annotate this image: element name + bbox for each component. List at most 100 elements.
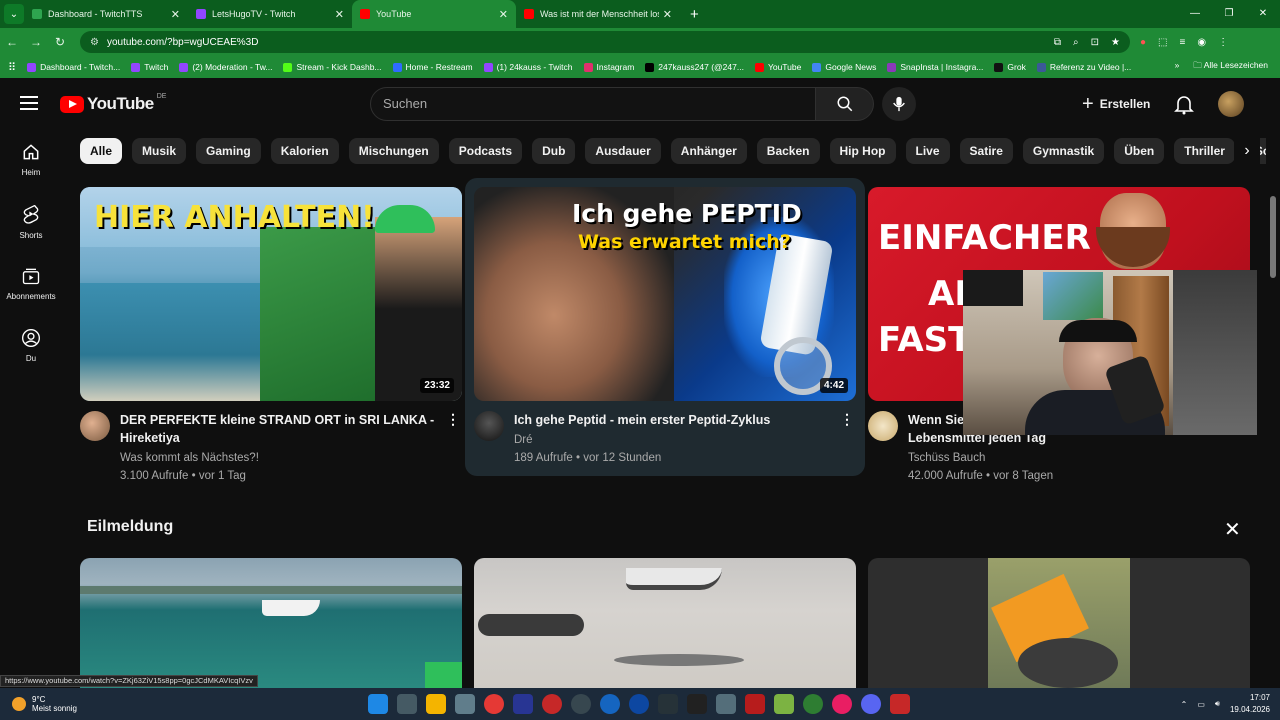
apps-icon[interactable]: ⠿ [8,61,16,74]
chip-thriller[interactable]: Thriller [1174,138,1235,164]
media-icon[interactable]: ≡ [1180,37,1186,48]
account-avatar[interactable] [1218,91,1244,117]
discord-icon[interactable] [861,694,881,714]
chip-podcasts[interactable]: Podcasts [448,138,523,164]
page-scrollbar[interactable] [1270,196,1276,278]
bookmark-item[interactable]: Referenz zu Video |... [1036,62,1131,72]
all-bookmarks-folder[interactable]: 🗀 Alle Lesezeichen [1193,60,1268,74]
search-input[interactable]: Suchen [370,87,816,121]
bookmark-item[interactable]: Instagram [583,62,634,72]
browser-tab[interactable]: LetsHugoTV - Twitch ✕ [188,0,352,28]
create-button[interactable]: + Erstellen [1068,88,1164,120]
sidebar-item-subscriptions[interactable]: Abonnements [0,252,62,314]
streamer-app-icon[interactable] [890,694,910,714]
tray-chevron-icon[interactable]: ⌃ [1181,700,1188,709]
video-card[interactable]: HIER ANHALTEN! 23:32 DER PERFEKTE kleine… [80,187,462,485]
voice-search-button[interactable] [882,87,916,121]
channel-avatar[interactable] [868,411,898,441]
bookmark-star-icon[interactable]: ★ [1111,37,1120,48]
tab-search-icon[interactable]: ⌄ [4,4,24,24]
new-tab-button[interactable]: + [690,6,699,23]
tab-close-icon[interactable]: ✕ [663,8,672,21]
search-button[interactable] [816,87,874,121]
chip-satire[interactable]: Satire [959,138,1013,164]
address-bar[interactable]: ⚙ youtube.com/?bp=wgUCEAE%3D ⧉ ⌕ ⊡ ★ [80,31,1130,53]
bookmark-item[interactable]: (1) 24kauss - Twitch [483,62,573,72]
sidebar-item-you[interactable]: Du [0,314,62,376]
clock[interactable]: 17:07 19.04.2026 [1230,692,1270,716]
chip-gymnastics[interactable]: Gymnastik [1022,138,1105,164]
browser-tab[interactable]: Dashboard - TwitchTTS ✕ [24,0,188,28]
bookmark-item[interactable]: Google News [812,62,876,72]
chips-next-chevron-icon[interactable]: › [1234,138,1260,164]
windows-start-icon[interactable] [368,694,388,714]
site-info-icon[interactable]: ⚙ [90,37,99,48]
opera-icon[interactable] [832,694,852,714]
chip-music[interactable]: Musik [132,138,187,164]
tab-close-icon[interactable]: ✕ [335,8,344,21]
calculator-icon[interactable] [397,694,417,714]
channel-name[interactable]: Tschüss Bauch [908,450,1228,467]
zoom-icon[interactable]: ⌕ [1073,37,1079,48]
chrome-icon[interactable] [803,694,823,714]
bookmark-item[interactable]: Dashboard - Twitch... [27,62,120,72]
news-thumbnail[interactable] [868,558,1250,688]
chip-endurance[interactable]: Ausdauer [585,138,661,164]
chip-trailers[interactable]: Anhänger [670,138,747,164]
obs-icon[interactable] [571,694,591,714]
bookmark-item[interactable]: Home - Restream [392,62,473,72]
notifications-bell-icon[interactable] [1172,92,1196,116]
bookmark-item[interactable]: 247kauss247 (@247... [645,62,744,72]
layers-app-icon[interactable] [774,694,794,714]
chip-gaming[interactable]: Gaming [196,138,261,164]
sidebar-item-shorts[interactable]: Shorts [0,190,62,252]
volume-icon[interactable]: 🔊︎ [1215,699,1220,709]
channel-avatar[interactable] [80,411,110,441]
video-title[interactable]: DER PERFEKTE kleine STRAND ORT in SRI LA… [120,411,440,447]
youtube-logo[interactable]: YouTube DE [60,93,166,114]
bookmark-item[interactable]: SnapInsta | Instagra... [887,62,983,72]
bookmark-item[interactable]: Grok [994,62,1026,72]
more-actions-icon[interactable]: ⋮ [446,411,460,428]
browser-tab[interactable]: Was ist mit der Menschheit los? ✕ [516,0,680,28]
video-title[interactable]: Ich gehe Peptid - mein erster Peptid-Zyk… [514,411,834,429]
close-section-icon[interactable]: ✕ [1224,517,1241,542]
video-thumbnail[interactable]: HIER ANHALTEN! 23:32 [80,187,462,401]
channel-name[interactable]: Dré [514,432,834,449]
mouse-app-icon[interactable] [455,694,475,714]
profile-icon[interactable]: ◉ [1197,37,1206,48]
reload-icon[interactable]: ↻ [48,35,72,49]
more-actions-icon[interactable]: ⋮ [840,411,854,428]
ea-icon[interactable] [600,694,620,714]
network-icon[interactable]: ▭ [1197,700,1205,709]
weather-widget[interactable]: 9°C Meist sonnig [12,695,77,713]
news-thumbnail[interactable] [80,558,462,688]
steam-icon[interactable] [658,694,678,714]
menu-dots-icon[interactable]: ⋮ [1218,37,1228,48]
news-thumbnail[interactable] [474,558,856,688]
bookmarks-overflow-icon[interactable]: » [1175,60,1180,74]
stream-app-icon[interactable] [745,694,765,714]
chip-calories[interactable]: Kalorien [270,138,339,164]
browser-tab-active[interactable]: YouTube ✕ [352,0,516,28]
record-app-icon[interactable] [542,694,562,714]
minimize-icon[interactable]: — [1178,0,1212,28]
file-explorer-icon[interactable] [426,694,446,714]
bookmark-item[interactable]: Twitch [131,62,168,72]
extensions-icon[interactable]: ⬚ [1158,37,1167,48]
close-window-icon[interactable]: ✕ [1246,0,1280,28]
bookmark-item[interactable]: Stream - Kick Dashb... [283,62,382,72]
sidebar-item-home[interactable]: Heim [0,128,62,190]
chip-mixes[interactable]: Mischungen [348,138,439,164]
chip-live[interactable]: Live [905,138,950,164]
back-icon[interactable]: ← [0,35,24,49]
video-card[interactable]: Ich gehe PEPTID Was erwartet mich? 4:42 … [474,187,856,467]
restore-icon[interactable]: ❐ [1212,0,1246,28]
bookmark-item[interactable]: YouTube [754,62,801,72]
channel-name[interactable]: Was kommt als Nächstes?! [120,450,440,467]
red-app-icon[interactable] [484,694,504,714]
chip-hiphop[interactable]: Hip Hop [829,138,896,164]
video-thumbnail[interactable]: Ich gehe PEPTID Was erwartet mich? 4:42 [474,187,856,401]
chip-dub[interactable]: Dub [532,138,576,164]
chip-baking[interactable]: Backen [756,138,820,164]
